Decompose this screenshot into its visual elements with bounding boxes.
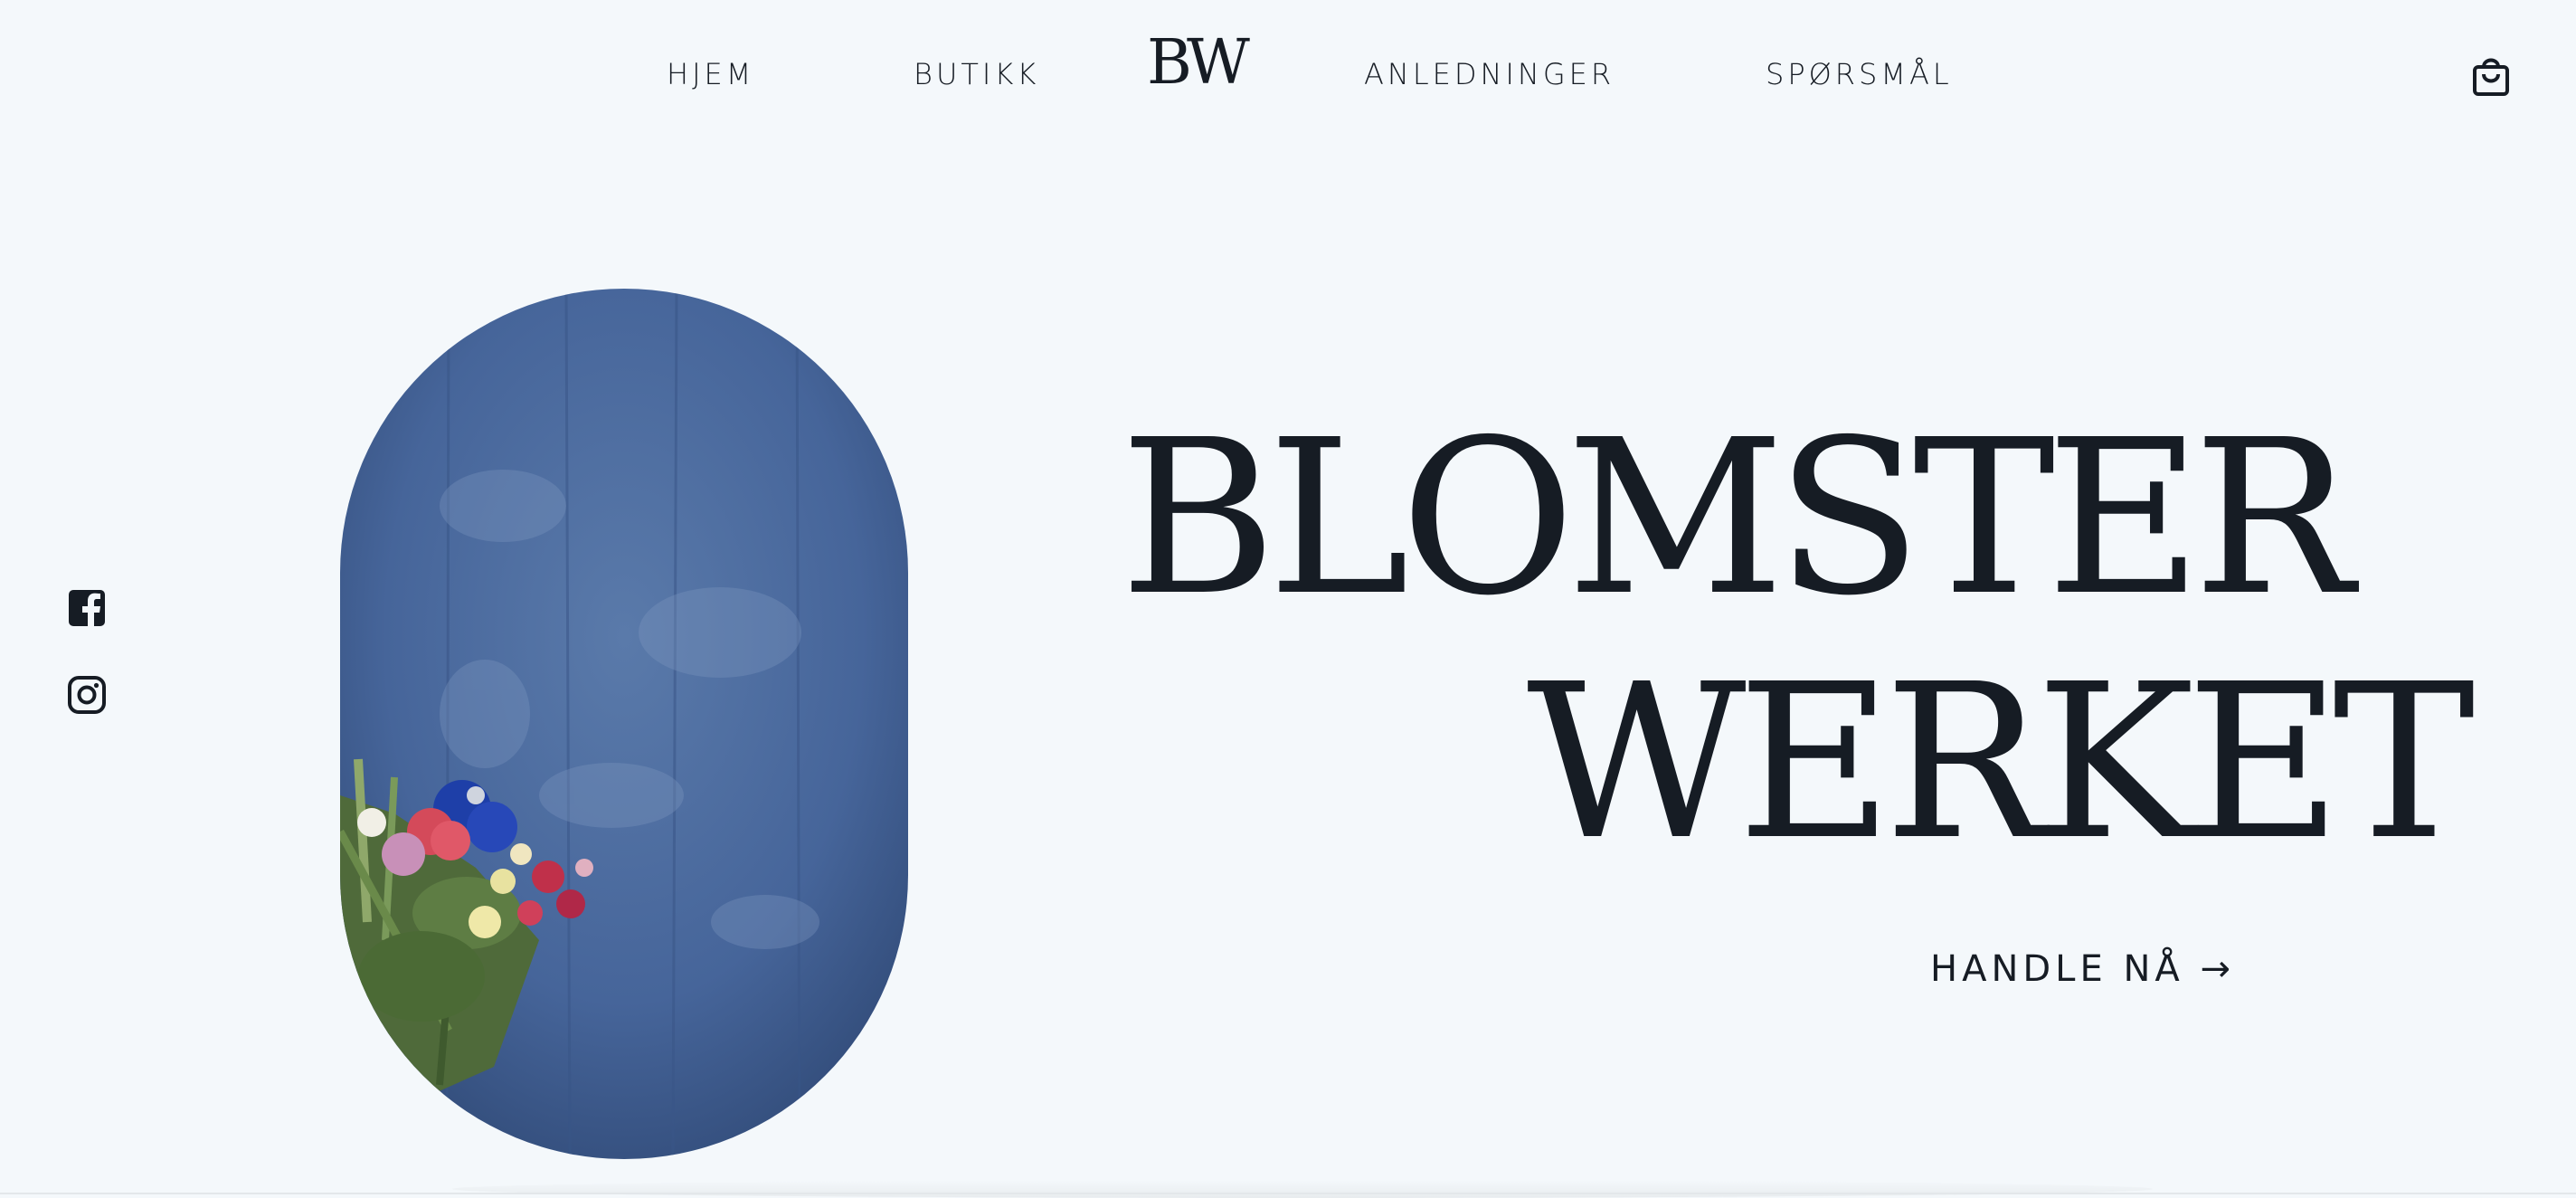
instagram-icon[interactable] [67,675,107,715]
nav-link-butikk[interactable]: BUTIKK [914,56,1039,92]
hero-title-line-1: BLOMSTER [1120,394,2353,642]
nav-link-hjem[interactable]: HJEM [667,56,754,92]
hero-title-line-2: WERKET [1527,638,2476,887]
shopping-bag-icon[interactable] [2471,54,2511,98]
facebook-icon[interactable] [67,588,107,628]
shop-now-link[interactable]: HANDLE NÅ → [1930,946,2235,993]
brand-logo[interactable]: BW [1147,27,1250,100]
nav-link-sporsmal[interactable]: SPØRSMÅL [1766,56,1953,92]
section-divider-shadow [452,1180,2153,1198]
nav-link-anledninger[interactable]: ANLEDNINGER [1364,56,1615,92]
section-divider [0,1193,2576,1194]
hero-flower-image [340,289,908,1159]
